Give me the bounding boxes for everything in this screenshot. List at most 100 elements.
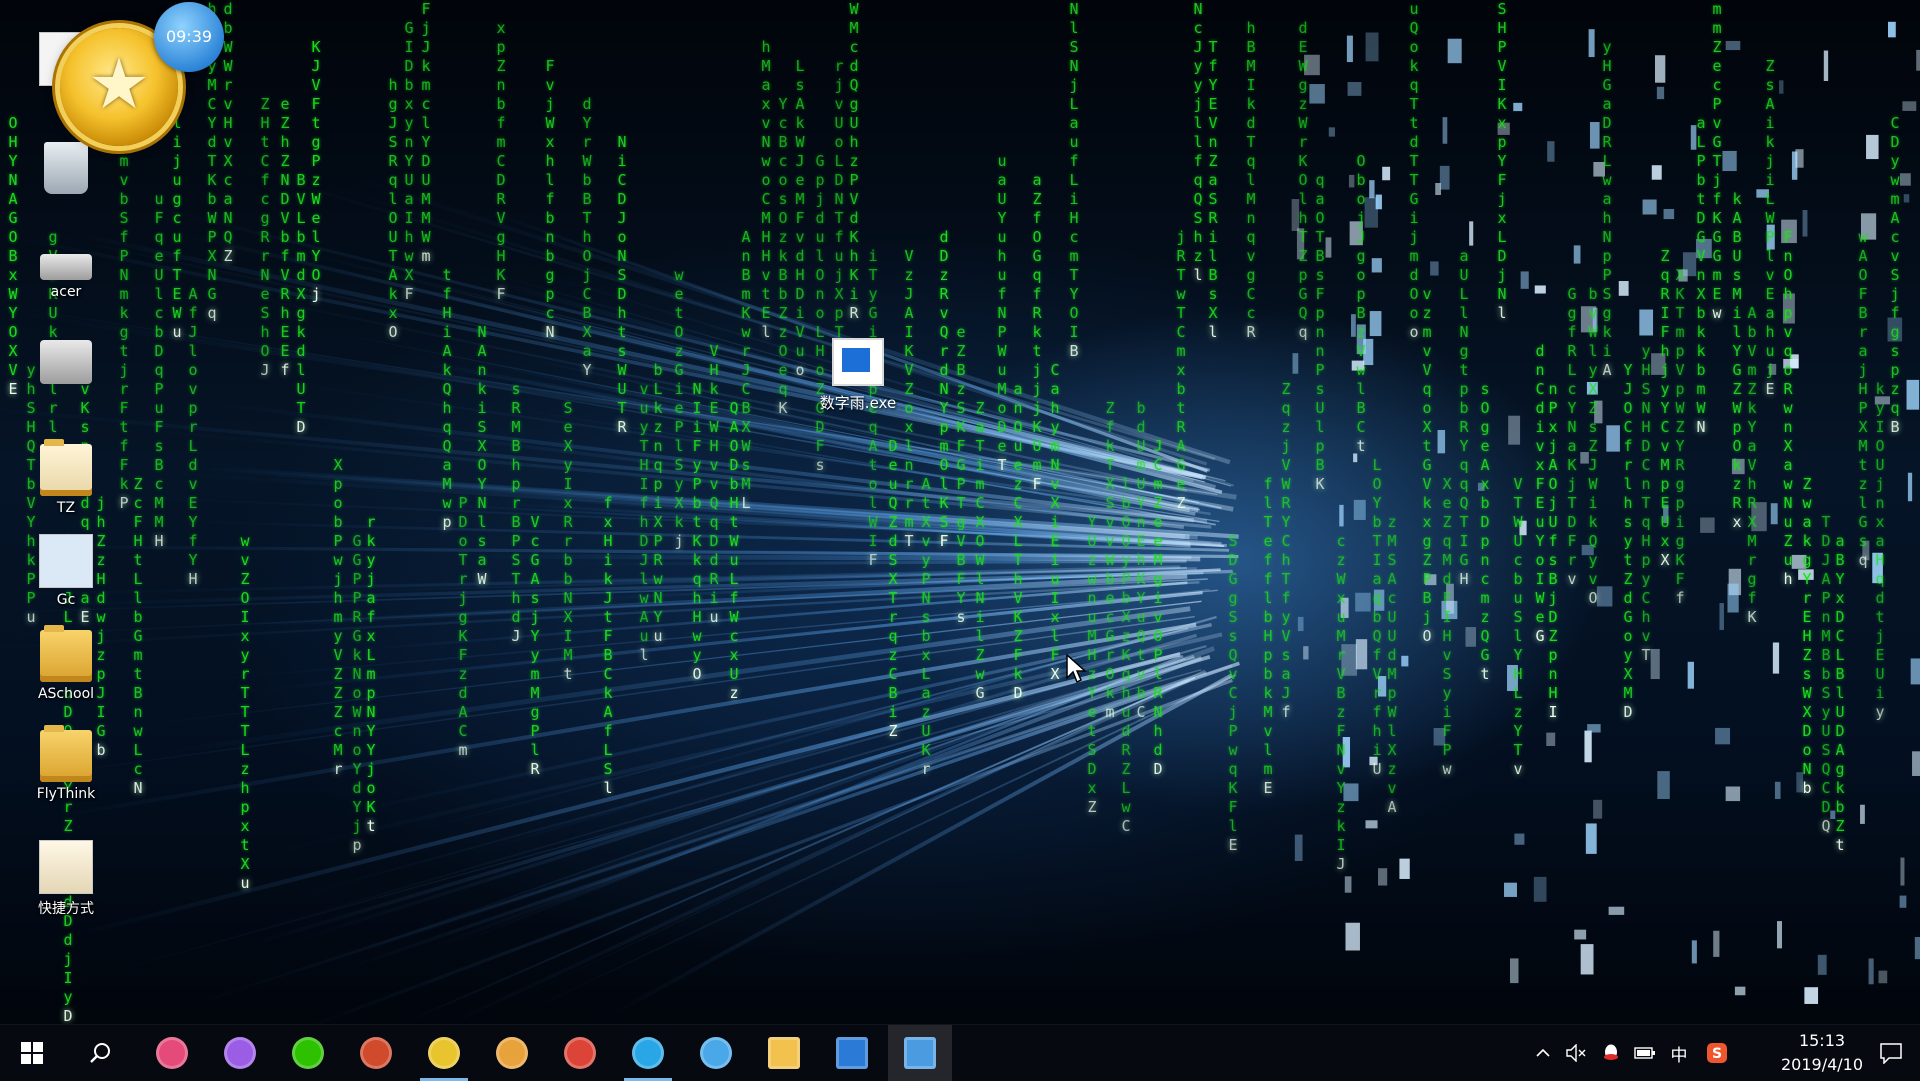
search-button[interactable] bbox=[68, 1025, 132, 1081]
server-light bbox=[1768, 363, 1777, 375]
action-center-button[interactable] bbox=[1862, 1025, 1920, 1081]
taskbar-app-button[interactable] bbox=[684, 1025, 748, 1081]
server-light bbox=[1783, 358, 1799, 369]
server-light bbox=[1727, 583, 1739, 613]
server-light bbox=[1866, 134, 1879, 160]
desktop-icon-gc[interactable]: Gc bbox=[24, 534, 108, 608]
server-light bbox=[1791, 554, 1807, 569]
desktop-icon-recycle-bin[interactable] bbox=[24, 142, 108, 198]
server-light bbox=[1642, 199, 1657, 215]
server-light bbox=[1437, 429, 1446, 454]
document-icon bbox=[39, 534, 93, 588]
light-streak bbox=[264, 664, 1233, 984]
server-light bbox=[1639, 309, 1654, 336]
server-light bbox=[1900, 857, 1905, 886]
server-light bbox=[1899, 895, 1907, 908]
taskbar-app-button[interactable] bbox=[548, 1025, 612, 1081]
input-method-button[interactable]: 中 bbox=[1664, 1025, 1694, 1081]
battery-button[interactable] bbox=[1630, 1025, 1660, 1081]
paint-icon bbox=[496, 1037, 528, 1069]
server-light bbox=[1508, 415, 1521, 445]
server-light bbox=[1351, 314, 1356, 337]
svg-text:S: S bbox=[1712, 1046, 1722, 1062]
server-light bbox=[1795, 149, 1804, 168]
server-light bbox=[1296, 228, 1305, 260]
server-light bbox=[1655, 55, 1666, 83]
server-light bbox=[1587, 724, 1601, 733]
music-icon bbox=[428, 1037, 460, 1069]
taskbar-app-button[interactable] bbox=[412, 1025, 476, 1081]
file-explorer-icon bbox=[768, 1037, 800, 1069]
start-button[interactable] bbox=[0, 1025, 64, 1081]
taskbar-app-button[interactable] bbox=[140, 1025, 204, 1081]
taskbar-app-button[interactable] bbox=[616, 1025, 680, 1081]
clock-date: 2019/4/10 bbox=[1780, 1055, 1864, 1074]
notification-icon bbox=[1880, 1043, 1902, 1064]
browser-icon bbox=[700, 1037, 732, 1069]
server-light bbox=[1574, 929, 1587, 940]
taskbar-app-button[interactable] bbox=[888, 1025, 952, 1081]
server-light bbox=[1656, 86, 1665, 100]
desktop-icon-drive[interactable] bbox=[24, 336, 108, 388]
server-light bbox=[1580, 452, 1589, 464]
server-light bbox=[1510, 958, 1519, 984]
desktop-icon-digital-rain-exe[interactable]: 数字雨.exe bbox=[810, 338, 906, 413]
desktop-icon-shortcut[interactable]: 快捷方式 bbox=[24, 840, 108, 918]
server-light bbox=[1304, 54, 1320, 76]
desktop-icon-tz[interactable]: TZ bbox=[24, 439, 108, 516]
server-light bbox=[1325, 237, 1332, 258]
taskbar-app-button[interactable] bbox=[480, 1025, 544, 1081]
window-app-icon bbox=[836, 1037, 868, 1069]
server-light bbox=[1303, 646, 1309, 660]
taskbar-app-button[interactable] bbox=[820, 1025, 884, 1081]
recycle-bin-icon bbox=[44, 142, 88, 194]
server-light bbox=[1725, 786, 1741, 802]
server-light bbox=[1830, 810, 1836, 820]
server-light bbox=[1782, 293, 1795, 324]
volume-muted-icon bbox=[1566, 1044, 1586, 1062]
server-light bbox=[1442, 117, 1448, 144]
taskbar-app-button[interactable] bbox=[208, 1025, 272, 1081]
folder-icon bbox=[40, 725, 92, 782]
server-light bbox=[1309, 84, 1325, 104]
server-light bbox=[1772, 642, 1780, 674]
people-icon bbox=[156, 1037, 188, 1069]
clock-time: 15:13 bbox=[1798, 1031, 1846, 1050]
taskbar-app-button[interactable] bbox=[344, 1025, 408, 1081]
server-light bbox=[1725, 40, 1741, 51]
qq-icon bbox=[1604, 1044, 1618, 1060]
toolbox-icon bbox=[360, 1037, 392, 1069]
desktop-icon-flythink[interactable]: FlyThink bbox=[24, 725, 108, 802]
tray-overflow-button[interactable] bbox=[1530, 1025, 1556, 1081]
desktop-icon-aschool[interactable]: ASchool bbox=[24, 625, 108, 702]
volume-button[interactable] bbox=[1562, 1025, 1592, 1081]
light-streak bbox=[398, 676, 1196, 1024]
server-light bbox=[1546, 732, 1556, 747]
server-light bbox=[1802, 210, 1808, 237]
server-light bbox=[1371, 258, 1382, 273]
executable-icon bbox=[832, 338, 884, 386]
server-light bbox=[1663, 504, 1669, 524]
server-light bbox=[1584, 730, 1592, 763]
desktop-icon-acer[interactable]: acer bbox=[24, 236, 108, 300]
taskbar-app-button[interactable] bbox=[276, 1025, 340, 1081]
server-light bbox=[1860, 804, 1865, 824]
qq-tray-button[interactable] bbox=[1596, 1025, 1626, 1081]
light-streak bbox=[129, 199, 1211, 472]
server-light bbox=[1534, 285, 1546, 294]
taskbar-app-button[interactable] bbox=[752, 1025, 816, 1081]
chrome-icon bbox=[564, 1037, 596, 1069]
server-light bbox=[1425, 574, 1437, 586]
server-light bbox=[1351, 360, 1365, 371]
sogou-tray-button[interactable]: S bbox=[1702, 1025, 1732, 1081]
server-light bbox=[1695, 238, 1712, 259]
chevron-up-icon bbox=[1536, 1048, 1550, 1057]
server-light bbox=[1297, 616, 1304, 632]
server-light bbox=[1910, 658, 1920, 685]
clock-widget[interactable]: 09:39 bbox=[154, 2, 224, 72]
server-light bbox=[1339, 504, 1344, 527]
server-light bbox=[1520, 271, 1529, 289]
shortcut-icon bbox=[39, 840, 93, 894]
light-streak bbox=[508, 673, 1237, 1021]
taskbar-clock[interactable]: 15:13 2019/4/10 bbox=[1778, 1029, 1866, 1077]
